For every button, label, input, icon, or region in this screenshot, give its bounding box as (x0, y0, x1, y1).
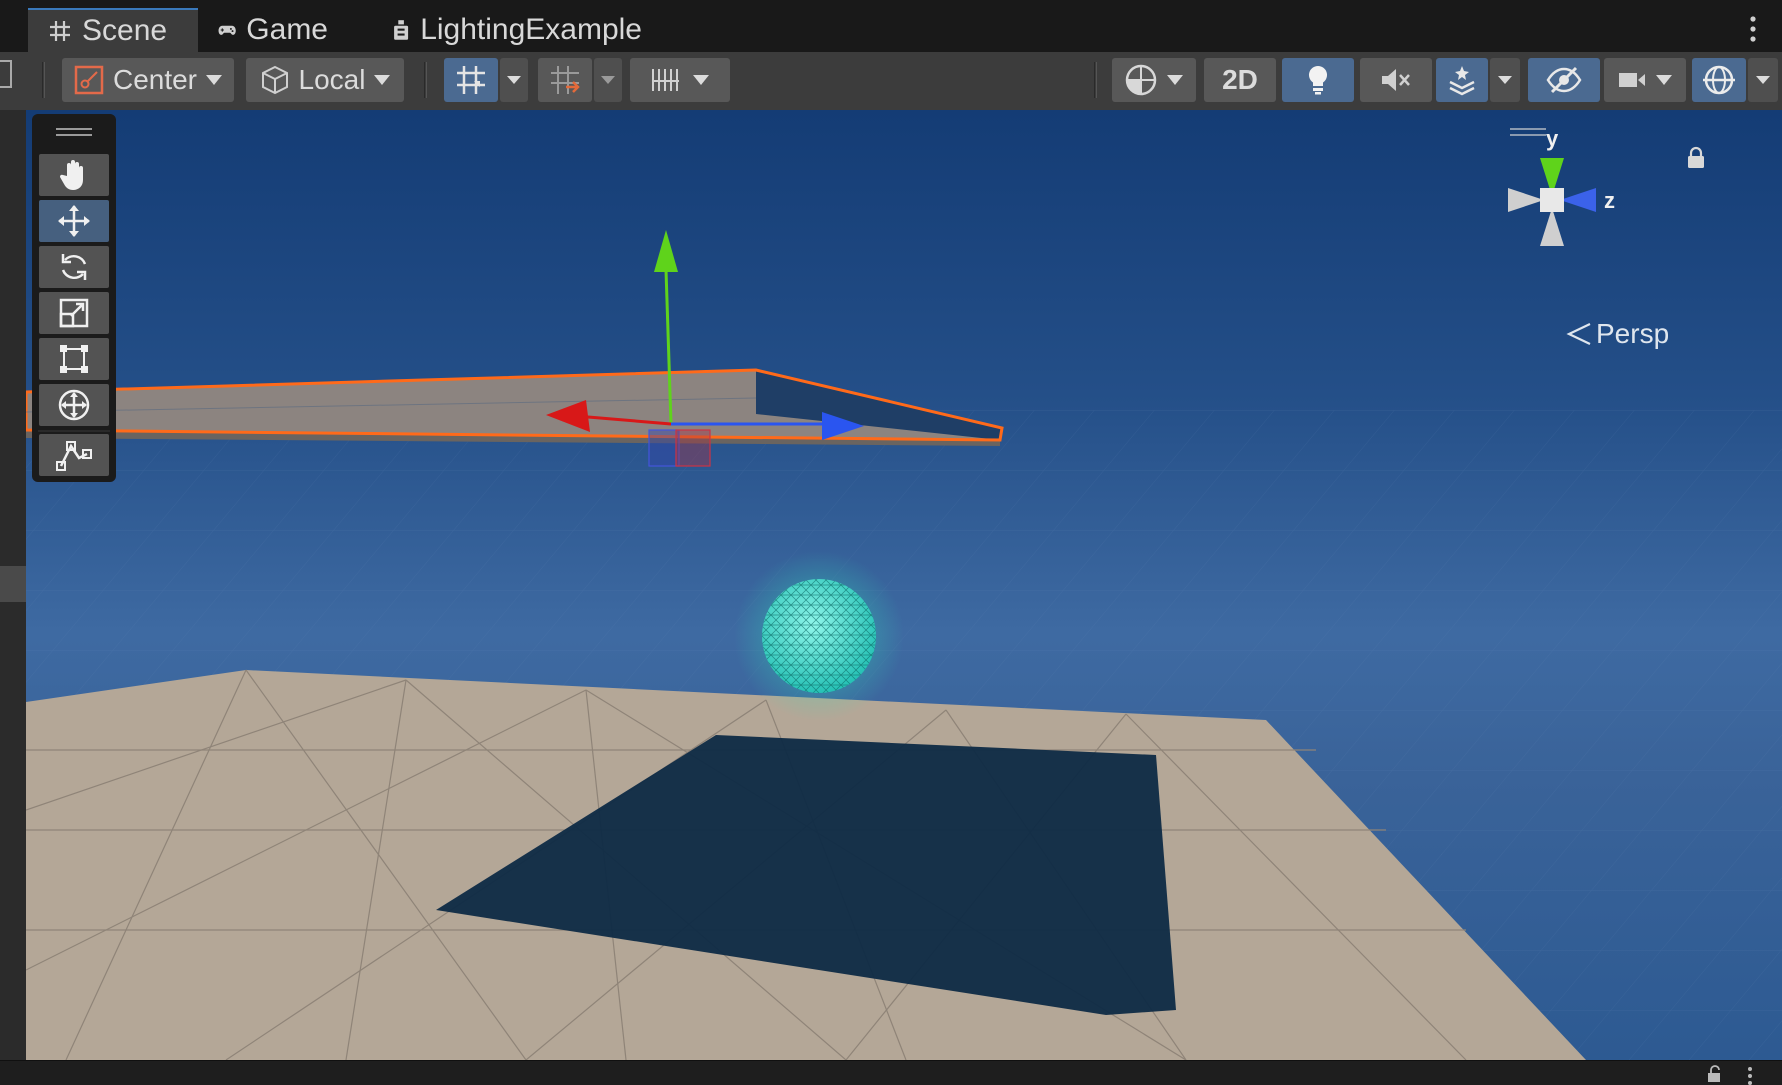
chevron-down-icon (1167, 75, 1183, 85)
local-cube-icon (261, 65, 288, 95)
gizmo-neg-y-cone (1540, 208, 1564, 246)
custom-tool-button[interactable] (39, 434, 109, 476)
pivot-rotation-label: Local (298, 64, 366, 95)
ruler-icon (652, 69, 679, 91)
camera-icon (1619, 73, 1645, 87)
gizmo-globe-icon (1703, 65, 1735, 95)
2d-mode-label: 2D (1222, 64, 1258, 95)
tree-icon (394, 20, 409, 40)
gamepad-icon (218, 25, 236, 35)
bottom-status-bar (0, 1060, 1782, 1085)
left-panel-edge (0, 110, 26, 1060)
bottom-more-icon[interactable] (1746, 1065, 1754, 1085)
scene-visibility-button[interactable] (1528, 58, 1600, 102)
view-tool-button[interactable] (39, 154, 109, 196)
toolbar-separator (1094, 62, 1097, 98)
gizmos-dropdown[interactable] (1748, 58, 1778, 102)
orientation-gizmo[interactable]: y z (1478, 128, 1628, 268)
scene-viewport[interactable]: y z (26, 110, 1782, 1060)
pivot-rotation-dropdown[interactable]: Local (246, 58, 404, 102)
draw-mode-dropdown[interactable] (1112, 58, 1196, 102)
scene-toolbar: Center Local 2D (0, 52, 1782, 111)
y-axis-handle (654, 230, 678, 272)
spline-tool-icon (56, 441, 92, 471)
incremental-snap-icon (551, 66, 580, 94)
transform-tool-button[interactable] (39, 384, 109, 426)
move-tool-button[interactable] (39, 200, 109, 242)
effects-dropdown[interactable] (1490, 58, 1520, 102)
selected-plank[interactable] (26, 368, 1004, 446)
scale-tool-button[interactable] (39, 292, 109, 334)
tab-lightingexample[interactable]: LightingExample (372, 8, 662, 52)
rotate-icon (61, 254, 87, 280)
unlock-icon[interactable] (1706, 1065, 1724, 1083)
chevron-down-icon (1498, 76, 1512, 84)
gizmo-z-label: z (1604, 188, 1615, 213)
more-options-icon[interactable] (1748, 14, 1758, 49)
tools-overlay (32, 114, 116, 482)
overlay-drag-handle[interactable] (56, 128, 92, 136)
hand-icon (59, 160, 83, 190)
rect-transform-icon (60, 345, 88, 373)
2d-mode-button[interactable]: 2D (1204, 58, 1276, 102)
perspective-chevron-icon (1566, 323, 1591, 345)
left-panel-tab[interactable] (0, 566, 26, 602)
tab-game-label: Game (246, 13, 328, 46)
chevron-down-icon (1756, 76, 1770, 84)
gizmo-neg-z-cone (1508, 188, 1544, 212)
pivot-mode-dropdown[interactable]: Center (62, 58, 234, 102)
audio-muted-icon (1382, 69, 1410, 91)
toolbar-separator (42, 62, 45, 98)
scale-icon (59, 298, 89, 328)
gizmo-center-cube (1540, 188, 1564, 212)
grid-snapping-dropdown[interactable] (500, 58, 528, 102)
chevron-down-icon (601, 76, 615, 84)
sphere-wireframe (762, 579, 876, 693)
incremental-snap-dropdown[interactable] (594, 58, 622, 102)
panel-toggle-icon[interactable] (0, 60, 12, 88)
ruler-snap-dropdown[interactable] (630, 58, 730, 102)
yz-plane-handle (648, 429, 680, 467)
gizmos-toggle-button[interactable] (1692, 58, 1746, 102)
chevron-down-icon (206, 75, 223, 85)
gizmo-y-label: y (1546, 128, 1559, 151)
lightbulb-icon (1308, 65, 1328, 95)
projection-label: Persp (1596, 318, 1670, 349)
transform-icon (58, 389, 90, 421)
grid-hash-icon (50, 21, 70, 41)
gizmo-drag-handle[interactable] (1510, 128, 1546, 136)
chevron-down-icon (1656, 75, 1672, 85)
pivot-center-icon (74, 65, 104, 95)
pivot-mode-label: Center (112, 64, 198, 95)
projection-toggle[interactable]: Persp (1566, 318, 1669, 350)
rotate-tool-button[interactable] (39, 246, 109, 288)
chevron-down-icon (693, 75, 709, 85)
effects-toggle-button[interactable] (1436, 58, 1488, 102)
tools-divider (38, 430, 110, 432)
lock-icon[interactable] (1686, 146, 1706, 170)
toolbar-separator (424, 62, 427, 98)
shading-sphere-icon (1125, 64, 1157, 96)
tab-bar: Scene Game LightingExample (0, 0, 1782, 52)
tab-scene[interactable]: Scene (28, 8, 198, 52)
tab-lightingexample-label: LightingExample (420, 13, 642, 46)
lighting-toggle-button[interactable] (1282, 58, 1354, 102)
rect-tool-button[interactable] (39, 338, 109, 380)
xy-plane-handle (675, 429, 711, 467)
audio-toggle-button[interactable] (1360, 58, 1432, 102)
chevron-down-icon (374, 75, 391, 85)
gizmo-z-cone (1560, 188, 1596, 212)
tab-game[interactable]: Game (198, 8, 348, 52)
scene-camera-dropdown[interactable] (1604, 58, 1686, 102)
grid-snap-icon (457, 66, 485, 94)
grid-snapping-button[interactable] (444, 58, 498, 102)
chevron-down-icon (507, 76, 521, 84)
hidden-eye-icon (1546, 66, 1582, 94)
effects-layers-icon (1449, 66, 1475, 96)
tab-scene-label: Scene (82, 14, 168, 47)
incremental-snap-button[interactable] (538, 58, 592, 102)
move-arrows-icon (58, 205, 90, 237)
